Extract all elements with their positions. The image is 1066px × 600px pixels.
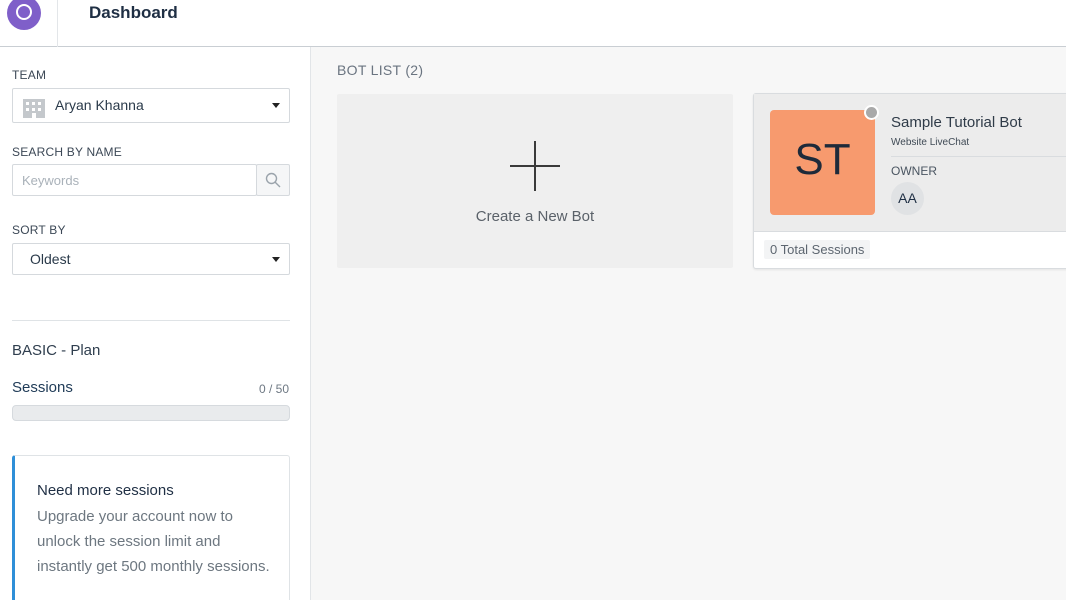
divider	[891, 156, 1066, 157]
divider	[12, 320, 290, 321]
building-icon	[23, 99, 45, 118]
plan-name: BASIC - Plan	[12, 342, 101, 359]
sidebar: TEAM Aryan Khanna SEARCH BY NAME SORT BY…	[0, 47, 311, 600]
upgrade-title: Need more sessions	[37, 482, 174, 499]
create-new-bot-button[interactable]: Create a New Bot	[337, 94, 733, 268]
logo-icon[interactable]	[7, 0, 41, 30]
divider	[57, 0, 58, 47]
team-name: Aryan Khanna	[55, 97, 144, 113]
chevron-down-icon	[272, 103, 280, 108]
bot-card[interactable]: ST Sample Tutorial Bot Website LiveChat …	[753, 93, 1066, 269]
sessions-count: 0 / 50	[258, 382, 289, 396]
page-title: Dashboard	[89, 3, 178, 22]
upgrade-card[interactable]: Need more sessions Upgrade your account …	[12, 455, 290, 600]
team-label: TEAM	[12, 68, 47, 82]
owner-initials: AA	[898, 190, 917, 206]
bot-initials: ST	[794, 135, 851, 184]
owner-avatar: AA	[891, 182, 924, 215]
sort-select[interactable]: Oldest	[12, 243, 290, 275]
chevron-down-icon	[272, 257, 280, 262]
search-input[interactable]	[12, 164, 257, 196]
create-new-bot-label: Create a New Bot	[475, 208, 595, 225]
bot-avatar: ST	[770, 110, 875, 215]
search-button[interactable]	[256, 164, 290, 196]
upgrade-text: Upgrade your account now to unlock the s…	[37, 508, 270, 575]
team-select[interactable]: Aryan Khanna	[12, 88, 290, 123]
bot-card-header: ST Sample Tutorial Bot Website LiveChat …	[754, 94, 1066, 232]
bot-list-title: BOT LIST (2)	[337, 62, 424, 78]
status-indicator-icon	[864, 105, 879, 120]
total-sessions-badge: 0 Total Sessions	[764, 240, 871, 259]
search-icon	[265, 172, 281, 188]
sessions-label: Sessions	[12, 379, 73, 396]
bot-type: Website LiveChat	[891, 137, 970, 148]
top-bar: Dashboard	[0, 0, 1066, 47]
search-label: SEARCH BY NAME	[12, 145, 122, 159]
sort-label: SORT BY	[12, 223, 66, 237]
bot-name[interactable]: Sample Tutorial Bot	[891, 114, 1022, 131]
sort-value: Oldest	[30, 251, 71, 267]
sessions-progress-bar	[12, 405, 290, 421]
plus-icon	[510, 141, 560, 191]
owner-label: OWNER	[891, 164, 937, 178]
